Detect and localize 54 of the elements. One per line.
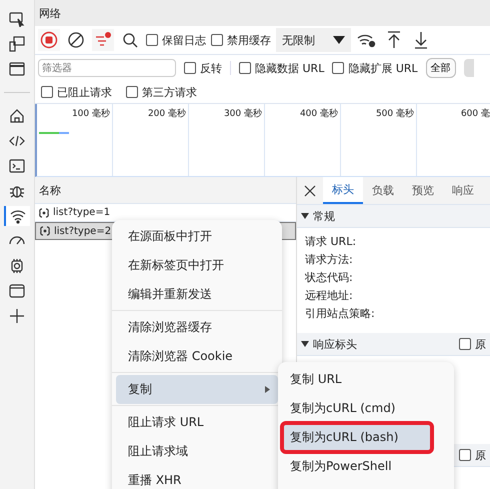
checkbox[interactable]: 隐藏数据 URL bbox=[239, 60, 324, 76]
field-label: 远程地址: bbox=[305, 288, 354, 304]
field-label: 状态代码: bbox=[305, 270, 354, 286]
checkbox[interactable]: 保留日志 bbox=[146, 32, 206, 48]
braces-icon bbox=[39, 226, 51, 236]
time-tick-label: 100 毫秒 bbox=[72, 107, 110, 118]
details-tab[interactable]: 响应 bbox=[443, 177, 483, 204]
field-label: 请求 URL: bbox=[305, 234, 358, 250]
menu-item[interactable]: 重播 XHR bbox=[116, 466, 278, 489]
raw-checkbox[interactable]: 原 bbox=[459, 448, 486, 462]
record-button[interactable] bbox=[38, 29, 60, 51]
menu-item[interactable]: 在源面板中打开 bbox=[116, 222, 278, 251]
menu-item[interactable]: 复制为cURL (cmd) bbox=[282, 394, 450, 423]
type-filter-button[interactable]: 全部 bbox=[426, 58, 456, 78]
wifi-icon[interactable] bbox=[4, 206, 30, 226]
details-tab[interactable]: 负载 bbox=[363, 177, 403, 204]
time-tick-label: 400 毫秒 bbox=[300, 107, 338, 118]
menu-item[interactable]: 阻止请求域 bbox=[116, 437, 278, 466]
menu-item[interactable]: 清除浏览器缓存 bbox=[116, 313, 278, 342]
waterfall-bar bbox=[39, 132, 69, 135]
checkbox[interactable]: 第三方请求 bbox=[126, 84, 197, 100]
collapse-triangle-icon[interactable] bbox=[301, 213, 309, 219]
menu-item[interactable]: 在新标签页中打开 bbox=[116, 251, 278, 280]
panel-title: 网络 bbox=[39, 6, 61, 20]
menu-item[interactable]: 复制 URL bbox=[282, 365, 450, 394]
checkbox[interactable]: 禁用缓存 bbox=[211, 32, 271, 48]
menu-item[interactable]: 复制 bbox=[116, 375, 278, 404]
checkbox[interactable]: 已阻止请求 bbox=[41, 84, 112, 100]
filter-icon[interactable] bbox=[92, 29, 114, 51]
braces-icon bbox=[38, 208, 50, 218]
dropdown-triangle-icon[interactable] bbox=[333, 36, 345, 44]
throttle-dropdown[interactable]: 无限制 bbox=[276, 28, 351, 52]
filter-field[interactable]: 筛选器 bbox=[38, 59, 176, 77]
checkbox[interactable]: 隐藏扩展 URL bbox=[332, 60, 418, 76]
menu-item[interactable]: 编辑并重新发送 bbox=[116, 280, 278, 309]
section-title: 响应标头 bbox=[313, 336, 357, 352]
time-tick-label: 300 毫秒 bbox=[224, 107, 262, 118]
section-title: 常规 bbox=[313, 208, 335, 224]
column-header: 名称 bbox=[39, 182, 61, 198]
menu-item[interactable]: 复制为cURL (bash) bbox=[282, 423, 432, 452]
time-tick-label: 200 毫秒 bbox=[148, 107, 186, 118]
details-tab[interactable]: 预览 bbox=[403, 177, 443, 204]
menu-item[interactable]: 清除浏览器 Cookie bbox=[116, 342, 278, 371]
details-tab[interactable]: 标头 bbox=[323, 177, 363, 204]
time-tick-label: 500 毫秒 bbox=[376, 107, 414, 118]
checkbox[interactable]: 反转 bbox=[184, 60, 222, 76]
raw-checkbox[interactable]: 原 bbox=[459, 336, 486, 352]
field-label: 请求方法: bbox=[305, 252, 354, 268]
field-label: 引用站点策略: bbox=[305, 306, 376, 322]
menu-item[interactable]: 阻止请求 URL bbox=[116, 408, 278, 437]
menu-item[interactable]: 复制为PowerShell bbox=[282, 452, 450, 481]
time-tick-label: 600 毫 bbox=[460, 107, 490, 118]
submenu-arrow-icon bbox=[265, 386, 270, 393]
collapse-triangle-icon[interactable] bbox=[301, 341, 309, 347]
